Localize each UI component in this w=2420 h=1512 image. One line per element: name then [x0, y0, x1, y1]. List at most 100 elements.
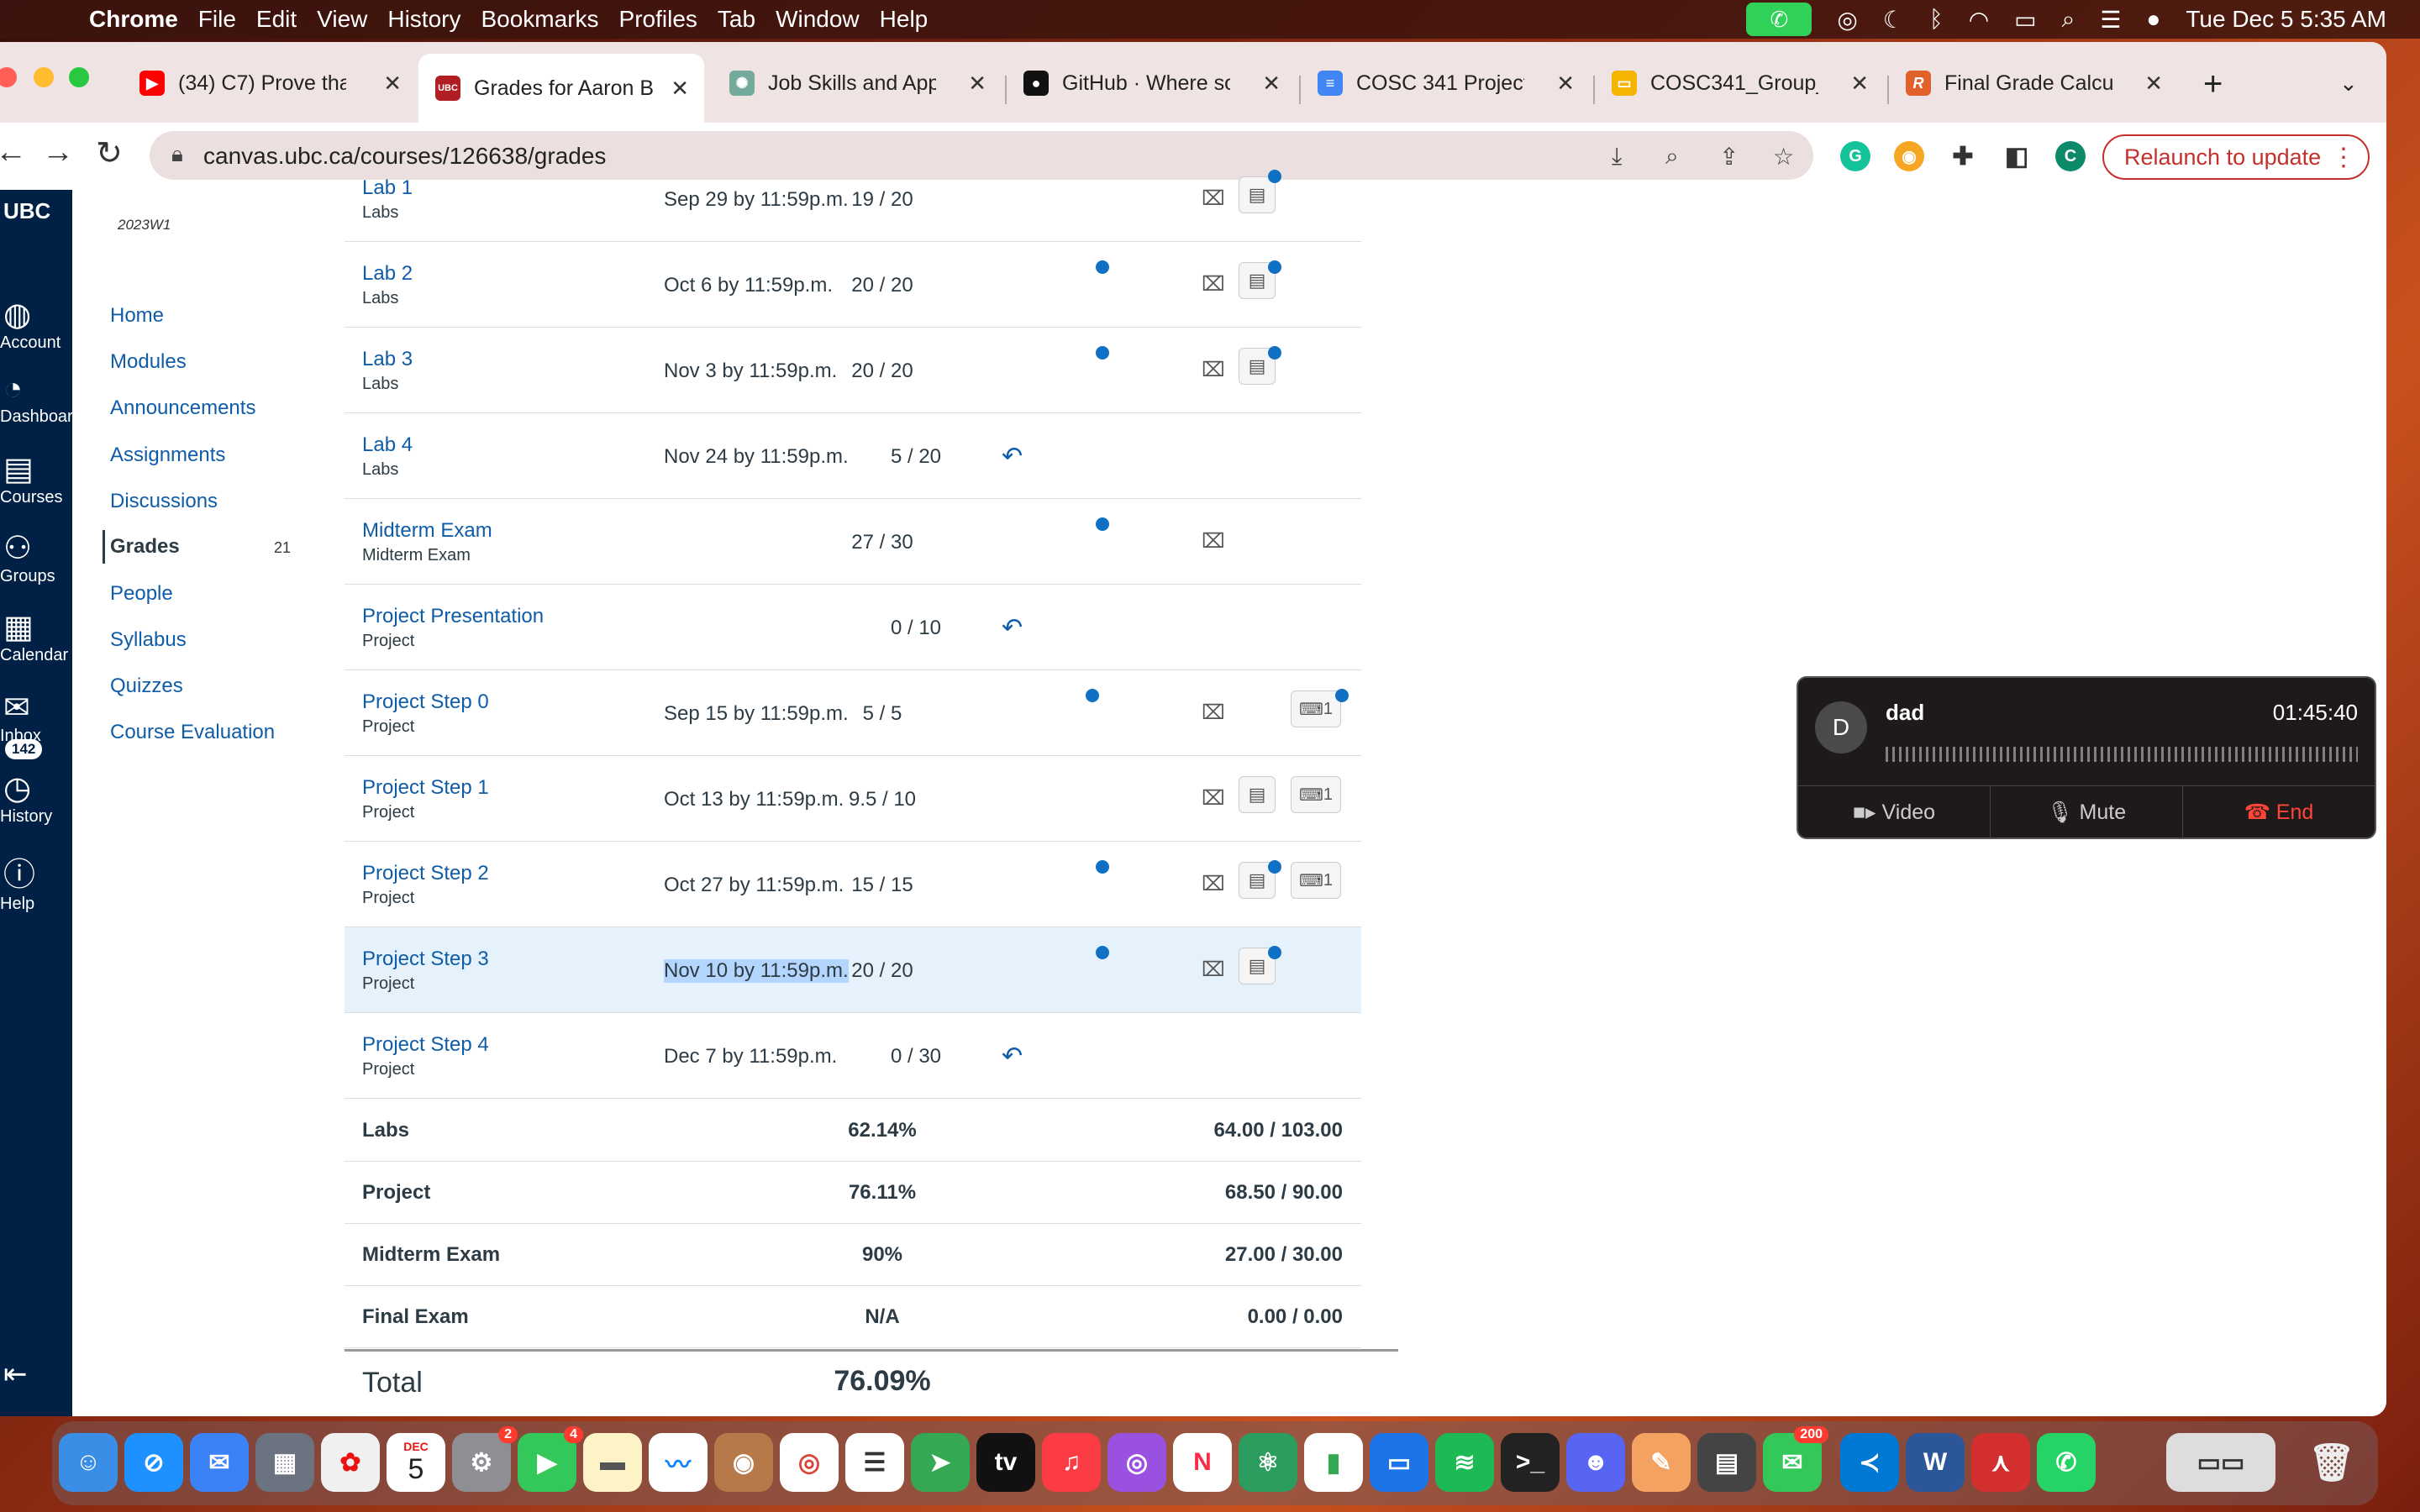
- minimize-window-icon[interactable]: [34, 67, 54, 87]
- assignment-name-link[interactable]: Project Step 2: [362, 862, 489, 885]
- extension-icon[interactable]: ◉: [1894, 141, 1924, 171]
- assignment-name-link[interactable]: Midterm Exam: [362, 519, 492, 543]
- submission-status-icon[interactable]: ⌧: [1202, 272, 1225, 297]
- back-arrow-icon[interactable]: ←: [0, 134, 27, 171]
- close-tab-icon[interactable]: ✕: [1262, 71, 1281, 97]
- launchpad-icon[interactable]: ▦: [255, 1433, 314, 1492]
- lock-icon[interactable]: 🔒︎: [171, 141, 183, 168]
- siri-icon[interactable]: ●: [2146, 6, 2160, 33]
- nav-groups[interactable]: ⚇ Groups: [0, 529, 72, 586]
- pages-icon[interactable]: ✎: [1632, 1433, 1691, 1492]
- collapse-nav-icon[interactable]: ⇤: [3, 1357, 28, 1391]
- chrome-icon[interactable]: ◎: [780, 1433, 839, 1492]
- grammarly-extension-icon[interactable]: G: [1840, 141, 1870, 171]
- nav-account[interactable]: ◍ Account: [0, 296, 72, 353]
- airdrop-icon[interactable]: ◎: [1837, 6, 1857, 34]
- nav-calendar[interactable]: ▦ Calendar: [0, 608, 72, 665]
- browser-tab[interactable]: ≡ COSC 341 Project ✕: [1318, 62, 1575, 104]
- submission-status-icon[interactable]: ⌧: [1202, 529, 1225, 554]
- nav-help[interactable]: ⓘ Help: [0, 848, 72, 914]
- new-tab-icon[interactable]: +: [2203, 66, 2223, 103]
- course-nav-announcements[interactable]: Announcements: [110, 396, 255, 420]
- close-tab-icon[interactable]: ✕: [671, 76, 689, 102]
- comments-button[interactable]: ⌨︎ 1: [1291, 776, 1341, 813]
- submission-status-icon[interactable]: ⌧: [1202, 186, 1225, 211]
- course-nav-assignments[interactable]: Assignments: [110, 444, 225, 467]
- menu-history[interactable]: History: [387, 6, 460, 33]
- assignment-name-link[interactable]: Lab 4: [362, 433, 413, 457]
- course-nav-course-evaluation[interactable]: Course Evaluation: [110, 721, 275, 744]
- menu-file[interactable]: File: [198, 6, 236, 33]
- trash-icon[interactable]: 🗑︎: [2302, 1433, 2361, 1492]
- assignment-name-link[interactable]: Lab 2: [362, 262, 413, 286]
- menu-view[interactable]: View: [317, 6, 367, 33]
- extensions-puzzle-icon[interactable]: ✚: [1948, 141, 1978, 171]
- close-tab-icon[interactable]: ✕: [1850, 71, 1869, 97]
- calendar-app-icon[interactable]: DEC 5: [387, 1433, 445, 1492]
- more-menu-icon[interactable]: ⋮: [2331, 143, 2356, 172]
- word-icon[interactable]: W: [1906, 1433, 1965, 1492]
- rubric-icon[interactable]: ▤: [1239, 776, 1276, 813]
- bookmark-star-icon[interactable]: ☆: [1773, 143, 1794, 171]
- browser-tab[interactable]: ● GitHub · Where sof ✕: [1023, 62, 1281, 104]
- system-settings-icon[interactable]: ⚙ 2: [452, 1426, 518, 1492]
- maps-icon[interactable]: ➤: [911, 1433, 970, 1492]
- reminders-icon[interactable]: ☰: [845, 1433, 904, 1492]
- freeform-icon[interactable]: 〰: [649, 1433, 708, 1492]
- menu-window[interactable]: Window: [776, 6, 860, 33]
- messages-icon[interactable]: ✉ 200: [1763, 1426, 1828, 1492]
- battery-icon[interactable]: ▭: [2014, 6, 2036, 34]
- assignment-name-link[interactable]: Project Step 4: [362, 1033, 489, 1057]
- assignment-name-link[interactable]: Project Step 0: [362, 690, 489, 714]
- facetime-call-status-icon[interactable]: ✆: [1746, 3, 1812, 36]
- video-button[interactable]: ■▸ Video: [1798, 786, 1991, 838]
- menu-bookmarks[interactable]: Bookmarks: [481, 6, 598, 33]
- assignment-name-link[interactable]: Lab 3: [362, 348, 413, 371]
- control-center-icon[interactable]: ☰: [2100, 6, 2121, 34]
- menu-edit[interactable]: Edit: [256, 6, 297, 33]
- course-nav-people[interactable]: People: [110, 582, 173, 606]
- course-nav-home[interactable]: Home: [110, 304, 164, 328]
- comments-button[interactable]: ⌨︎ 1: [1291, 690, 1341, 727]
- nav-inbox[interactable]: ✉ Inbox: [0, 689, 72, 746]
- comments-button[interactable]: ⌨︎ 1: [1291, 862, 1341, 899]
- news-icon[interactable]: N: [1173, 1433, 1232, 1492]
- music-icon[interactable]: ♫: [1042, 1433, 1101, 1492]
- finder-icon[interactable]: ☺: [59, 1433, 118, 1492]
- podcasts-icon[interactable]: ◎: [1107, 1433, 1166, 1492]
- browser-tab[interactable]: ▭ COSC341_Group_ ✕: [1612, 62, 1869, 104]
- ubc-logo[interactable]: UBC: [0, 198, 72, 224]
- spotlight-search-icon[interactable]: ⌕: [2062, 6, 2075, 34]
- reload-icon[interactable]: ↻: [96, 134, 123, 172]
- submission-status-icon[interactable]: ⌧: [1202, 358, 1225, 382]
- close-window-icon[interactable]: [0, 67, 17, 87]
- browser-tab-active[interactable]: UBC Grades for Aaron B ✕: [418, 54, 704, 123]
- close-tab-icon[interactable]: ✕: [2144, 71, 2163, 97]
- browser-tab[interactable]: R Final Grade Calcula ✕: [1906, 62, 2163, 104]
- browser-tab[interactable]: ▶ (34) C7) Prove tha ✕: [139, 62, 402, 104]
- close-tab-icon[interactable]: ✕: [383, 71, 402, 97]
- install-app-icon[interactable]: ⤓: [1612, 143, 1622, 171]
- close-tab-icon[interactable]: ✕: [1556, 71, 1575, 97]
- whatsapp-icon[interactable]: ✆: [2037, 1433, 2096, 1492]
- submission-status-icon[interactable]: ⌧: [1202, 786, 1225, 811]
- course-nav-grades[interactable]: Grades: [103, 530, 180, 564]
- assignment-name-link[interactable]: Lab 1: [362, 176, 413, 200]
- menu-clock[interactable]: Tue Dec 5 5:35 AM: [2186, 6, 2386, 33]
- notes-icon[interactable]: ▬: [583, 1433, 642, 1492]
- assignment-name-link[interactable]: Project Step 1: [362, 776, 489, 800]
- end-call-button[interactable]: ☎ End: [2183, 786, 2375, 838]
- course-nav-syllabus[interactable]: Syllabus: [110, 628, 187, 652]
- course-nav-discussions[interactable]: Discussions: [110, 490, 218, 513]
- terminal-icon[interactable]: >_: [1501, 1433, 1560, 1492]
- facetime-call-widget[interactable]: D dad 01:45:40 ■▸ Video 🎙︎ Mute ☎ End: [1797, 676, 2376, 839]
- zoom-icon[interactable]: ⌕: [1665, 143, 1679, 171]
- nav-history[interactable]: ◷ History: [0, 769, 72, 827]
- submission-status-icon[interactable]: ⌧: [1202, 701, 1225, 725]
- tab-search-chevron-icon[interactable]: ⌄: [2339, 71, 2358, 97]
- recent-documents-icon[interactable]: ▭▭: [2166, 1433, 2275, 1492]
- spotify-icon[interactable]: ≋: [1435, 1433, 1494, 1492]
- forward-arrow-icon[interactable]: →: [42, 134, 74, 171]
- close-tab-icon[interactable]: ✕: [968, 71, 986, 97]
- rubric-icon[interactable]: ▤: [1239, 176, 1276, 213]
